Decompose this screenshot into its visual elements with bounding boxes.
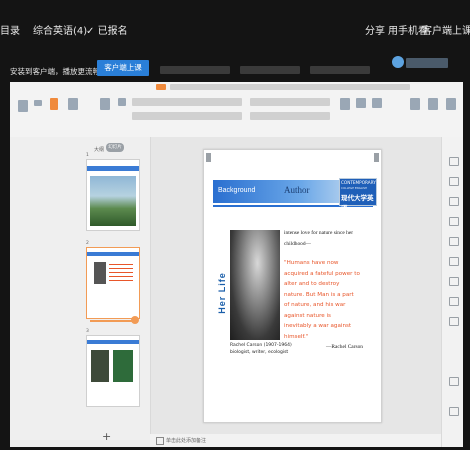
thumb-portrait-image	[94, 262, 106, 284]
thumb-header	[87, 252, 139, 256]
right-tool-bar	[441, 137, 463, 447]
window-tab-blur	[310, 66, 370, 74]
slide-author-label: Author	[284, 185, 310, 195]
font-controls-blur	[132, 98, 242, 106]
thumb-progress-track	[90, 320, 136, 322]
thumb-book-image	[113, 350, 133, 382]
tab-slides[interactable]: 幻灯片	[106, 143, 124, 152]
textbook-logo: CONTEMPORARY COLLEGE ENGLISH 现代大学英语	[339, 178, 377, 212]
slide-vertical-title: Her Life	[216, 272, 227, 314]
cut-icon[interactable]	[34, 100, 42, 106]
slide-thumbnail-1[interactable]	[86, 159, 140, 231]
window-tab-blur	[240, 66, 300, 74]
select-icon[interactable]	[428, 98, 438, 110]
start-icon[interactable]	[68, 98, 78, 110]
thumb-progress-handle[interactable]	[131, 316, 139, 324]
arrange-icon[interactable]	[372, 98, 382, 108]
menu-tabs-blur	[170, 84, 410, 90]
logo-small-text: COLLEGE ENGLISH	[341, 186, 368, 190]
signed-status: ✓ 已报名	[86, 22, 128, 37]
layout-icon[interactable]	[118, 98, 126, 106]
thumb-header	[87, 166, 139, 171]
table-tool-icon[interactable]	[449, 297, 459, 306]
style-tool-icon[interactable]	[449, 197, 459, 206]
thumb-number-1: 1	[86, 153, 89, 158]
shape-tool-icon[interactable]	[449, 177, 459, 186]
textbox-icon[interactable]	[340, 98, 350, 110]
image-tool-icon[interactable]	[449, 277, 459, 286]
thumb-number-2: 2	[86, 241, 89, 246]
shapes-icon[interactable]	[356, 98, 366, 108]
thumb-photo-image	[91, 350, 109, 382]
transition-tool-icon[interactable]	[449, 237, 459, 246]
client-notice-bar: 安装到客户端，播放更流畅 客户端上课	[10, 42, 463, 82]
notice-text: 安装到客户端，播放更流畅	[10, 67, 100, 76]
window-tab-blur	[160, 66, 230, 74]
catalog-label: 目录	[0, 26, 20, 37]
tab-slides-label: 幻灯片	[108, 145, 122, 150]
logo-bottom-text: 现代大学英语	[341, 194, 374, 212]
check-icon: ✓	[86, 26, 95, 37]
quote-attribution: —Rachel Carson	[326, 344, 363, 350]
slide-thumbnail-3[interactable]	[86, 335, 140, 407]
current-slide: Background Author CONTEMPORARY COLLEGE E…	[203, 149, 382, 423]
top-bar: 目录 综合英语(4) ✓ 已报名 分享 用手机看 客户端上课	[0, 0, 470, 42]
thumb-number-3: 3	[86, 329, 89, 334]
menu-tab-highlight	[156, 84, 166, 90]
thumb-header	[87, 340, 139, 344]
signed-label: 已报名	[97, 26, 128, 37]
chart-tool-icon[interactable]	[449, 317, 459, 326]
client-class-notice-button[interactable]: 客户端上课	[97, 60, 149, 76]
slide-pin-icon	[206, 153, 211, 162]
video-stage: 安装到客户端，播放更流畅 客户端上课 大纲 幻灯片 1 2 3 + Backgr…	[10, 42, 463, 447]
app-logo-icon	[392, 56, 404, 68]
font-controls-blur	[132, 112, 242, 120]
slide-thumbnail-panel: 大纲 幻灯片 1 2 3 +	[10, 137, 151, 447]
format-painter-icon[interactable]	[50, 98, 58, 110]
notes-icon	[156, 437, 164, 445]
new-slide-icon[interactable]	[100, 98, 110, 110]
client-class-button[interactable]: 客户端上课	[422, 22, 470, 37]
photo-caption-line2: biologist, writer, ecologist	[230, 350, 289, 355]
intro-text-line1: intense love for nature since her	[284, 230, 354, 236]
logo-top-text: CONTEMPORARY	[341, 180, 376, 185]
slide-pin-icon	[374, 153, 379, 162]
photo-caption-line1: Rachel Carson (1907-1964)	[230, 343, 292, 348]
paragraph-controls-blur	[250, 112, 330, 120]
notes-placeholder: 单击此处添加备注	[166, 438, 207, 444]
watermark-blur	[406, 58, 448, 68]
tab-outline[interactable]: 大纲	[94, 146, 104, 153]
notes-bar[interactable]: 单击此处添加备注	[150, 434, 441, 447]
rachel-carson-photo	[230, 230, 280, 340]
more-icon[interactable]	[446, 98, 456, 110]
intro-text-line2: childhood—	[284, 241, 311, 247]
layout-tool-icon[interactable]	[449, 257, 459, 266]
share-button[interactable]: 分享	[365, 22, 385, 37]
add-slide-button[interactable]: +	[102, 430, 111, 443]
find-icon[interactable]	[410, 98, 420, 110]
paragraph-controls-blur	[250, 98, 330, 106]
settings-tool-icon[interactable]	[449, 407, 459, 416]
course-title: 综合英语(4)	[33, 26, 88, 37]
comment-tool-icon[interactable]	[449, 377, 459, 386]
carson-quote: "Humans have now acquired a fateful powe…	[284, 260, 360, 340]
slide-thumbnail-2[interactable]	[86, 247, 140, 319]
animation-tool-icon[interactable]	[449, 217, 459, 226]
thumb-landscape-image	[90, 176, 136, 226]
slide-background-label: Background	[218, 187, 256, 194]
ppt-ribbon	[10, 82, 463, 138]
slide-canvas: Background Author CONTEMPORARY COLLEGE E…	[151, 137, 441, 447]
paste-icon[interactable]	[18, 100, 28, 112]
thumb-text-lines	[109, 264, 133, 282]
catalog-link[interactable]: 目录	[0, 22, 20, 37]
select-tool-icon[interactable]	[449, 157, 459, 166]
